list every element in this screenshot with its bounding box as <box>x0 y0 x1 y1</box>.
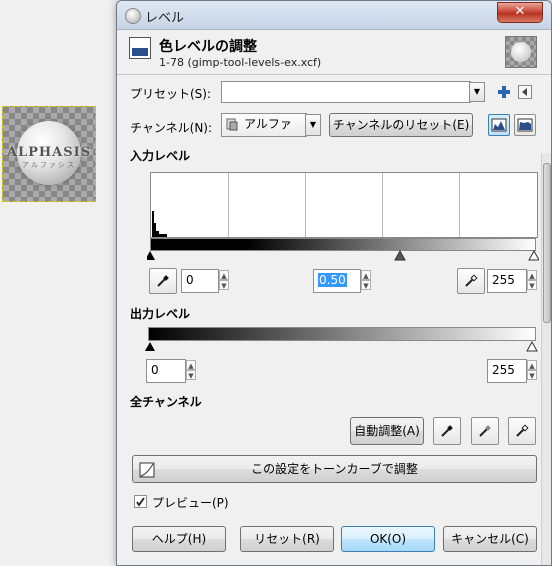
histogram <box>150 172 538 238</box>
eyedropper-icon <box>157 275 169 287</box>
output-low-handle <box>145 342 155 351</box>
histogram-bars <box>152 211 167 237</box>
eyedropper-black-icon <box>441 425 453 437</box>
output-slider-handles[interactable] <box>145 341 539 353</box>
layer-preview-thumbnail <box>505 36 537 68</box>
dialog-header: 色レベルの調整 1-78 (gimp-tool-levels-ex.xcf) <box>117 30 551 74</box>
curves-icon <box>139 461 155 478</box>
output-high-spin-buttons[interactable]: ▲ ▼ <box>527 360 537 380</box>
output-high-handle <box>526 341 538 352</box>
menu-arrow-icon[interactable] <box>518 85 532 99</box>
logo-subtext: アルファシス <box>22 161 76 169</box>
output-high-spinner[interactable]: 255 <box>487 359 527 383</box>
reset-button[interactable]: リセット(R) <box>240 526 334 552</box>
pick-white-point-button[interactable] <box>508 417 536 445</box>
preset-combo-entry[interactable] <box>221 81 471 103</box>
close-button[interactable]: ✕ <box>497 2 543 23</box>
input-high-spin-buttons[interactable]: ▲ ▼ <box>527 270 537 290</box>
auto-adjust-button[interactable]: 自動調整(A) <box>350 417 424 445</box>
alpha-channel-icon <box>225 117 239 131</box>
log-histogram-icon[interactable] <box>514 114 536 136</box>
eyedropper-icon <box>465 274 478 287</box>
input-levels-heading: 入力レベル <box>130 149 191 163</box>
eyedropper-white-icon <box>516 424 529 437</box>
linear-histogram-icon[interactable] <box>488 114 510 136</box>
channel-value: アルファ <box>244 117 292 131</box>
plus-icon[interactable] <box>497 85 511 99</box>
checkmark-icon <box>136 497 145 507</box>
preview-label: プレビュー(P) <box>152 496 229 510</box>
black-point-picker-button[interactable] <box>149 268 177 294</box>
preset-dropdown-button[interactable]: ▼ <box>469 82 485 102</box>
dialog-subtitle: 1-78 (gimp-tool-levels-ex.xcf) <box>159 56 322 69</box>
all-channels-heading: 全チャンネル <box>130 395 202 409</box>
pick-black-point-button[interactable] <box>433 417 461 445</box>
help-button[interactable]: ヘルプ(H) <box>132 526 226 552</box>
eyedropper-gray-icon <box>479 425 491 437</box>
input-high-spinner[interactable]: 255 <box>487 269 527 293</box>
gamma-value: 0.50 <box>318 273 347 287</box>
levels-icon <box>129 37 151 59</box>
input-gamma-handle <box>394 250 406 261</box>
gimp-app-icon <box>125 8 141 24</box>
preset-label: プリセット(S): <box>130 87 212 101</box>
title-bar[interactable]: レベル ✕ <box>117 1 551 30</box>
input-high-handle <box>528 250 539 261</box>
channel-label: チャンネル(N): <box>130 121 213 135</box>
scrollbar-thumb[interactable] <box>543 163 551 323</box>
output-low-spinner[interactable]: 0 <box>146 359 186 383</box>
output-low-spin-buttons[interactable]: ▲ ▼ <box>186 360 196 380</box>
cancel-button[interactable]: キャンセル(C) <box>443 526 537 552</box>
levels-dialog: レベル ✕ 色レベルの調整 1-78 (gimp-tool-levels-ex.… <box>116 0 552 566</box>
dialog-title: 色レベルの調整 <box>159 39 257 55</box>
pick-gray-point-button[interactable] <box>471 417 499 445</box>
output-gradient-bar <box>148 327 536 341</box>
input-low-spin-buttons[interactable]: ▲ ▼ <box>219 270 229 290</box>
edit-as-curves-label: この設定をトーンカーブで調整 <box>251 462 418 476</box>
vertical-scrollbar[interactable] <box>541 153 551 565</box>
gamma-spinner[interactable]: 0.50 <box>313 269 361 293</box>
image-canvas-thumbnail: ALPHASIS アルファシス <box>2 106 96 202</box>
channel-reset-button[interactable]: チャンネルのリセット(E) <box>329 113 473 137</box>
header-divider <box>117 74 551 75</box>
edit-as-curves-button[interactable]: この設定をトーンカーブで調整 <box>132 455 537 483</box>
ok-button[interactable]: OK(O) <box>341 526 435 552</box>
gamma-spin-buttons[interactable]: ▲ ▼ <box>361 270 371 290</box>
output-levels-heading: 出力レベル <box>130 307 191 321</box>
input-low-spinner[interactable]: 0 <box>181 269 219 293</box>
window-title: レベル <box>145 11 185 26</box>
channel-dropdown-button[interactable]: ▼ <box>305 114 321 136</box>
white-point-picker-button[interactable] <box>457 268 485 294</box>
preview-checkbox[interactable] <box>134 495 147 508</box>
input-low-handle <box>147 251 155 260</box>
input-slider-handles[interactable] <box>147 250 539 262</box>
logo-text: ALPHASIS <box>6 145 92 160</box>
